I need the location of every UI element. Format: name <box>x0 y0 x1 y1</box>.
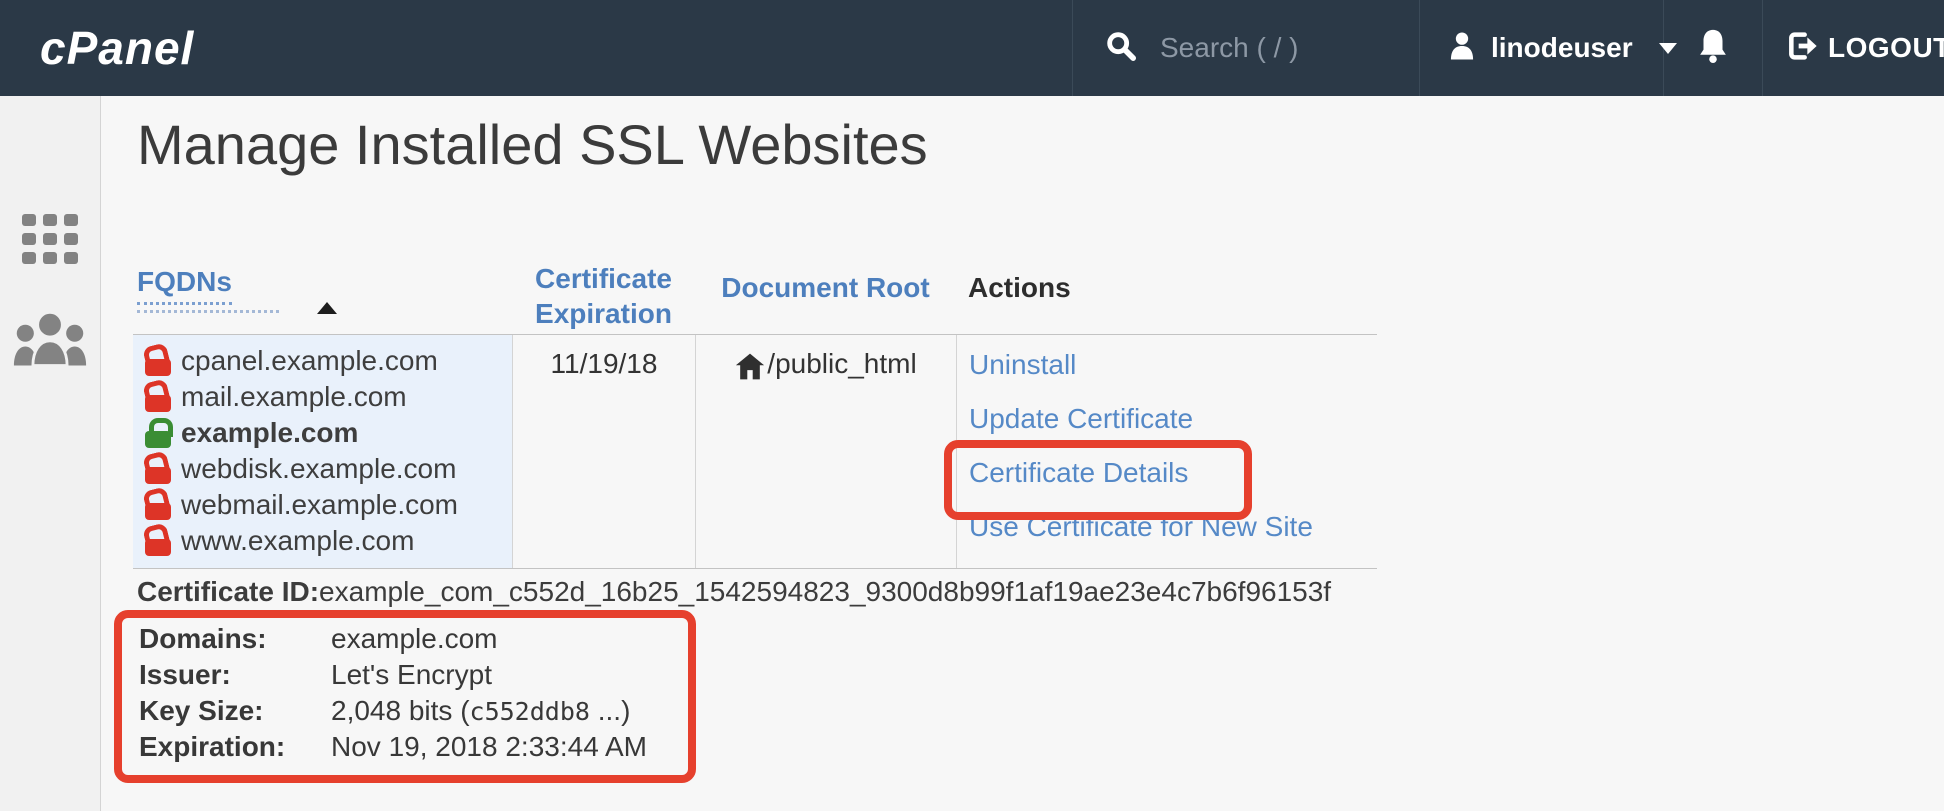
table-row: cpanel.example.com mail.example.com exam… <box>133 334 1377 569</box>
fqdn-entry: example.com <box>145 415 512 451</box>
document-root-path: /public_html <box>767 348 916 568</box>
ssl-websites-table: FQDNs Certificate Expiration Document Ro… <box>133 258 1377 569</box>
table-header-row: FQDNs Certificate Expiration Document Ro… <box>133 258 1377 334</box>
red-open-padlock-icon <box>145 526 172 557</box>
column-header-document-root: Document Root <box>695 258 956 334</box>
red-open-padlock-icon <box>145 454 172 485</box>
update-certificate-link[interactable]: Update Certificate <box>969 392 1377 446</box>
sidebar-item-home[interactable] <box>0 214 100 271</box>
column-header-actions: Actions <box>956 258 1377 334</box>
bell-icon <box>1695 27 1731 70</box>
fqdn-label: webdisk.example.com <box>181 453 456 485</box>
nav-divider <box>1072 0 1073 96</box>
left-sidebar <box>0 96 101 811</box>
detail-row-domains: Domains: example.com <box>139 621 647 657</box>
certificate-id-value: example_com_c552d_16b25_1542594823_9300d… <box>319 576 1331 607</box>
cpanel-logo[interactable]: cPanel <box>40 0 194 96</box>
certificate-id-label: Certificate ID: <box>137 576 319 607</box>
fqdn-entry: cpanel.example.com <box>145 343 512 379</box>
column-header-certificate-expiration: Certificate Expiration <box>512 258 695 334</box>
cpanel-ssl-page: cPanel Search ( / ) linodeuser <box>0 0 1944 811</box>
domains-value: example.com <box>331 623 498 655</box>
fqdn-label: cpanel.example.com <box>181 345 438 377</box>
expiration-value: Nov 19, 2018 2:33:44 AM <box>331 731 647 763</box>
key-size-label: Key Size: <box>139 695 331 727</box>
dotted-underline <box>137 310 279 313</box>
top-navigation-bar: cPanel Search ( / ) linodeuser <box>0 0 1944 96</box>
search-icon <box>1104 29 1138 68</box>
logout-icon <box>1786 30 1818 67</box>
certificate-details-link[interactable]: Certificate Details <box>969 446 1377 500</box>
domains-label: Domains: <box>139 623 331 655</box>
user-menu[interactable]: linodeuser <box>1447 0 1677 96</box>
detail-row-issuer: Issuer: Let's Encrypt <box>139 657 647 693</box>
uninstall-link[interactable]: Uninstall <box>969 338 1377 392</box>
certificate-id-line: Certificate ID:example_com_c552d_16b25_1… <box>137 576 1331 608</box>
certificate-details-block: Domains: example.com Issuer: Let's Encry… <box>139 621 647 765</box>
detail-row-expiration: Expiration: Nov 19, 2018 2:33:44 AM <box>139 729 647 765</box>
use-certificate-for-new-site-link[interactable]: Use Certificate for New Site <box>969 500 1377 554</box>
apps-grid-icon <box>22 214 78 271</box>
user-icon <box>1447 30 1477 67</box>
notifications-button[interactable] <box>1663 0 1762 96</box>
home-icon <box>735 348 767 568</box>
expiration-header-line1: Certificate <box>512 261 695 296</box>
logout-label: LOGOUT <box>1828 32 1944 64</box>
detail-row-key-size: Key Size: 2,048 bits (c552ddb8 ...) <box>139 693 647 729</box>
red-open-padlock-icon <box>145 490 172 521</box>
red-open-padlock-icon <box>145 382 172 413</box>
fqdn-entry: www.example.com <box>145 523 512 559</box>
expiration-label: Expiration: <box>139 731 331 763</box>
nav-divider <box>1762 0 1763 96</box>
fqdn-entry: mail.example.com <box>145 379 512 415</box>
search-input[interactable]: Search ( / ) <box>1104 0 1298 96</box>
key-fingerprint-mono: c552ddb8 <box>470 697 590 726</box>
actions-cell: Uninstall Update Certificate Certificate… <box>956 335 1377 568</box>
fqdn-label: mail.example.com <box>181 381 407 413</box>
fqdn-label: example.com <box>181 417 358 449</box>
search-placeholder: Search ( / ) <box>1160 32 1298 64</box>
document-root-cell: /public_html <box>695 335 956 568</box>
certificate-expiration-cell: 11/19/18 <box>512 335 695 568</box>
sidebar-item-user-manager[interactable] <box>0 310 100 371</box>
fqdns-cell: cpanel.example.com mail.example.com exam… <box>133 335 512 568</box>
issuer-value: Let's Encrypt <box>331 659 492 691</box>
red-open-padlock-icon <box>145 346 172 377</box>
logout-button[interactable]: LOGOUT <box>1786 0 1944 96</box>
fqdn-entry: webmail.example.com <box>145 487 512 523</box>
issuer-label: Issuer: <box>139 659 331 691</box>
user-name-label: linodeuser <box>1491 32 1633 64</box>
fqdns-header-label: FQDNs <box>137 266 232 305</box>
column-header-fqdns-sortable[interactable]: FQDNs <box>133 258 512 334</box>
green-closed-padlock-icon <box>145 418 172 449</box>
user-groups-icon <box>12 310 88 371</box>
key-size-value: 2,048 bits (c552ddb8 ...) <box>331 695 630 727</box>
sort-ascending-icon <box>317 302 337 314</box>
fqdn-label: www.example.com <box>181 525 414 557</box>
fqdn-label: webmail.example.com <box>181 489 458 521</box>
nav-divider <box>1419 0 1420 96</box>
fqdn-entry: webdisk.example.com <box>145 451 512 487</box>
expiration-header-line2: Expiration <box>512 296 695 331</box>
page-title: Manage Installed SSL Websites <box>137 112 928 177</box>
